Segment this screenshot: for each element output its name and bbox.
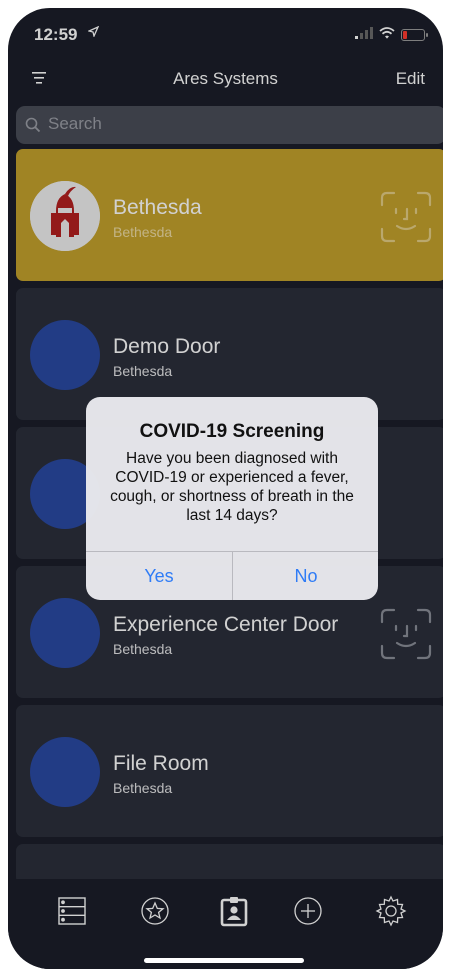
no-button[interactable]: No — [233, 552, 378, 600]
alert-title: COVID-19 Screening — [139, 421, 325, 442]
home-indicator[interactable] — [144, 958, 304, 963]
yes-button[interactable]: Yes — [86, 552, 232, 600]
alert-message: Have you been diagnosed with COVID-19 or… — [110, 450, 354, 524]
covid-screening-alert: COVID-19 Screening Have you been diagnos… — [86, 397, 378, 600]
